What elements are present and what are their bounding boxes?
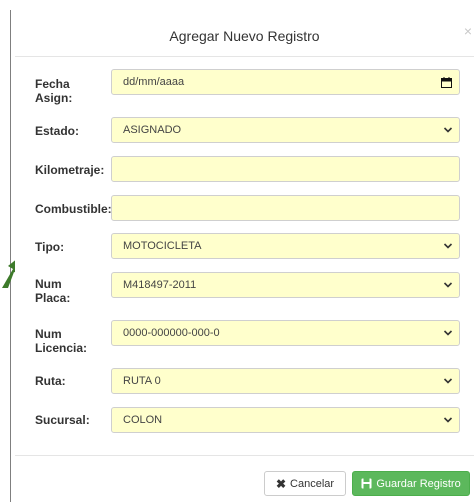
- sucursal-label: Sucursal:: [35, 413, 90, 427]
- combustible-label: Combustible:: [35, 202, 112, 216]
- placa-value: M418497-2011: [123, 279, 197, 291]
- x-icon: ✖: [275, 476, 287, 491]
- licencia-label-line2: Licencia:: [35, 341, 88, 355]
- placa-select[interactable]: M418497-2011: [111, 272, 460, 298]
- fecha-label-line1: Fecha: [35, 77, 70, 91]
- licencia-label-line1: Num: [35, 327, 62, 341]
- fecha-label: Fecha Asign:: [35, 77, 72, 105]
- combustible-input[interactable]: [111, 195, 460, 221]
- fecha-label-line2: Asign:: [35, 91, 73, 105]
- ruta-select[interactable]: RUTA 0: [111, 368, 460, 394]
- chevron-down-icon: [443, 417, 453, 423]
- modal-title: Agregar Nuevo Registro: [169, 28, 320, 44]
- chevron-down-icon: [443, 243, 453, 249]
- tipo-select[interactable]: MOTOCICLETA: [111, 233, 460, 259]
- footer-divider: [15, 455, 474, 456]
- fecha-date-input[interactable]: dd/mm/aaaa: [111, 69, 460, 95]
- licencia-label: Num Licencia:: [35, 327, 87, 355]
- chevron-down-icon: [443, 282, 453, 288]
- ruta-label: Ruta:: [35, 374, 66, 388]
- save-label: Guardar Registro: [376, 477, 461, 490]
- cancel-button-content: ✖ Cancelar: [265, 472, 345, 495]
- tipo-value: MOTOCICLETA: [123, 240, 202, 252]
- modal-header: Agregar Nuevo Registro ×: [15, 0, 474, 57]
- cancel-label: Cancelar: [290, 477, 335, 490]
- save-icon: [361, 478, 372, 489]
- licencia-select[interactable]: 0000-000000-000-0: [111, 320, 460, 346]
- save-button[interactable]: Guardar Registro: [352, 471, 470, 496]
- licencia-value: 0000-000000-000-0: [123, 327, 220, 339]
- chevron-down-icon: [443, 378, 453, 384]
- kilometraje-input[interactable]: [111, 156, 460, 182]
- placa-label-line1: Num: [35, 277, 62, 291]
- estado-select[interactable]: ASIGNADO: [111, 117, 460, 143]
- sucursal-value: COLON: [123, 414, 163, 426]
- placa-label: Num Placa:: [35, 277, 70, 305]
- cancel-button[interactable]: ✖ Cancelar: [264, 471, 346, 496]
- ruta-value: RUTA 0: [123, 375, 161, 387]
- tipo-label: Tipo:: [35, 240, 65, 254]
- estado-value: ASIGNADO: [123, 124, 182, 136]
- chevron-down-icon: [443, 330, 453, 336]
- close-icon[interactable]: ×: [464, 24, 472, 38]
- add-record-modal: Agregar Nuevo Registro × Fecha Asign: dd…: [15, 0, 474, 502]
- placa-label-line2: Placa:: [35, 291, 71, 305]
- calendar-icon[interactable]: [441, 77, 452, 88]
- sucursal-select[interactable]: COLON: [111, 407, 460, 433]
- estado-label: Estado:: [35, 124, 80, 138]
- kilometraje-label: Kilometraje:: [35, 163, 105, 177]
- fecha-value: dd/mm/aaaa: [123, 76, 185, 88]
- chevron-down-icon: [443, 127, 453, 133]
- save-button-content: Guardar Registro: [353, 472, 469, 495]
